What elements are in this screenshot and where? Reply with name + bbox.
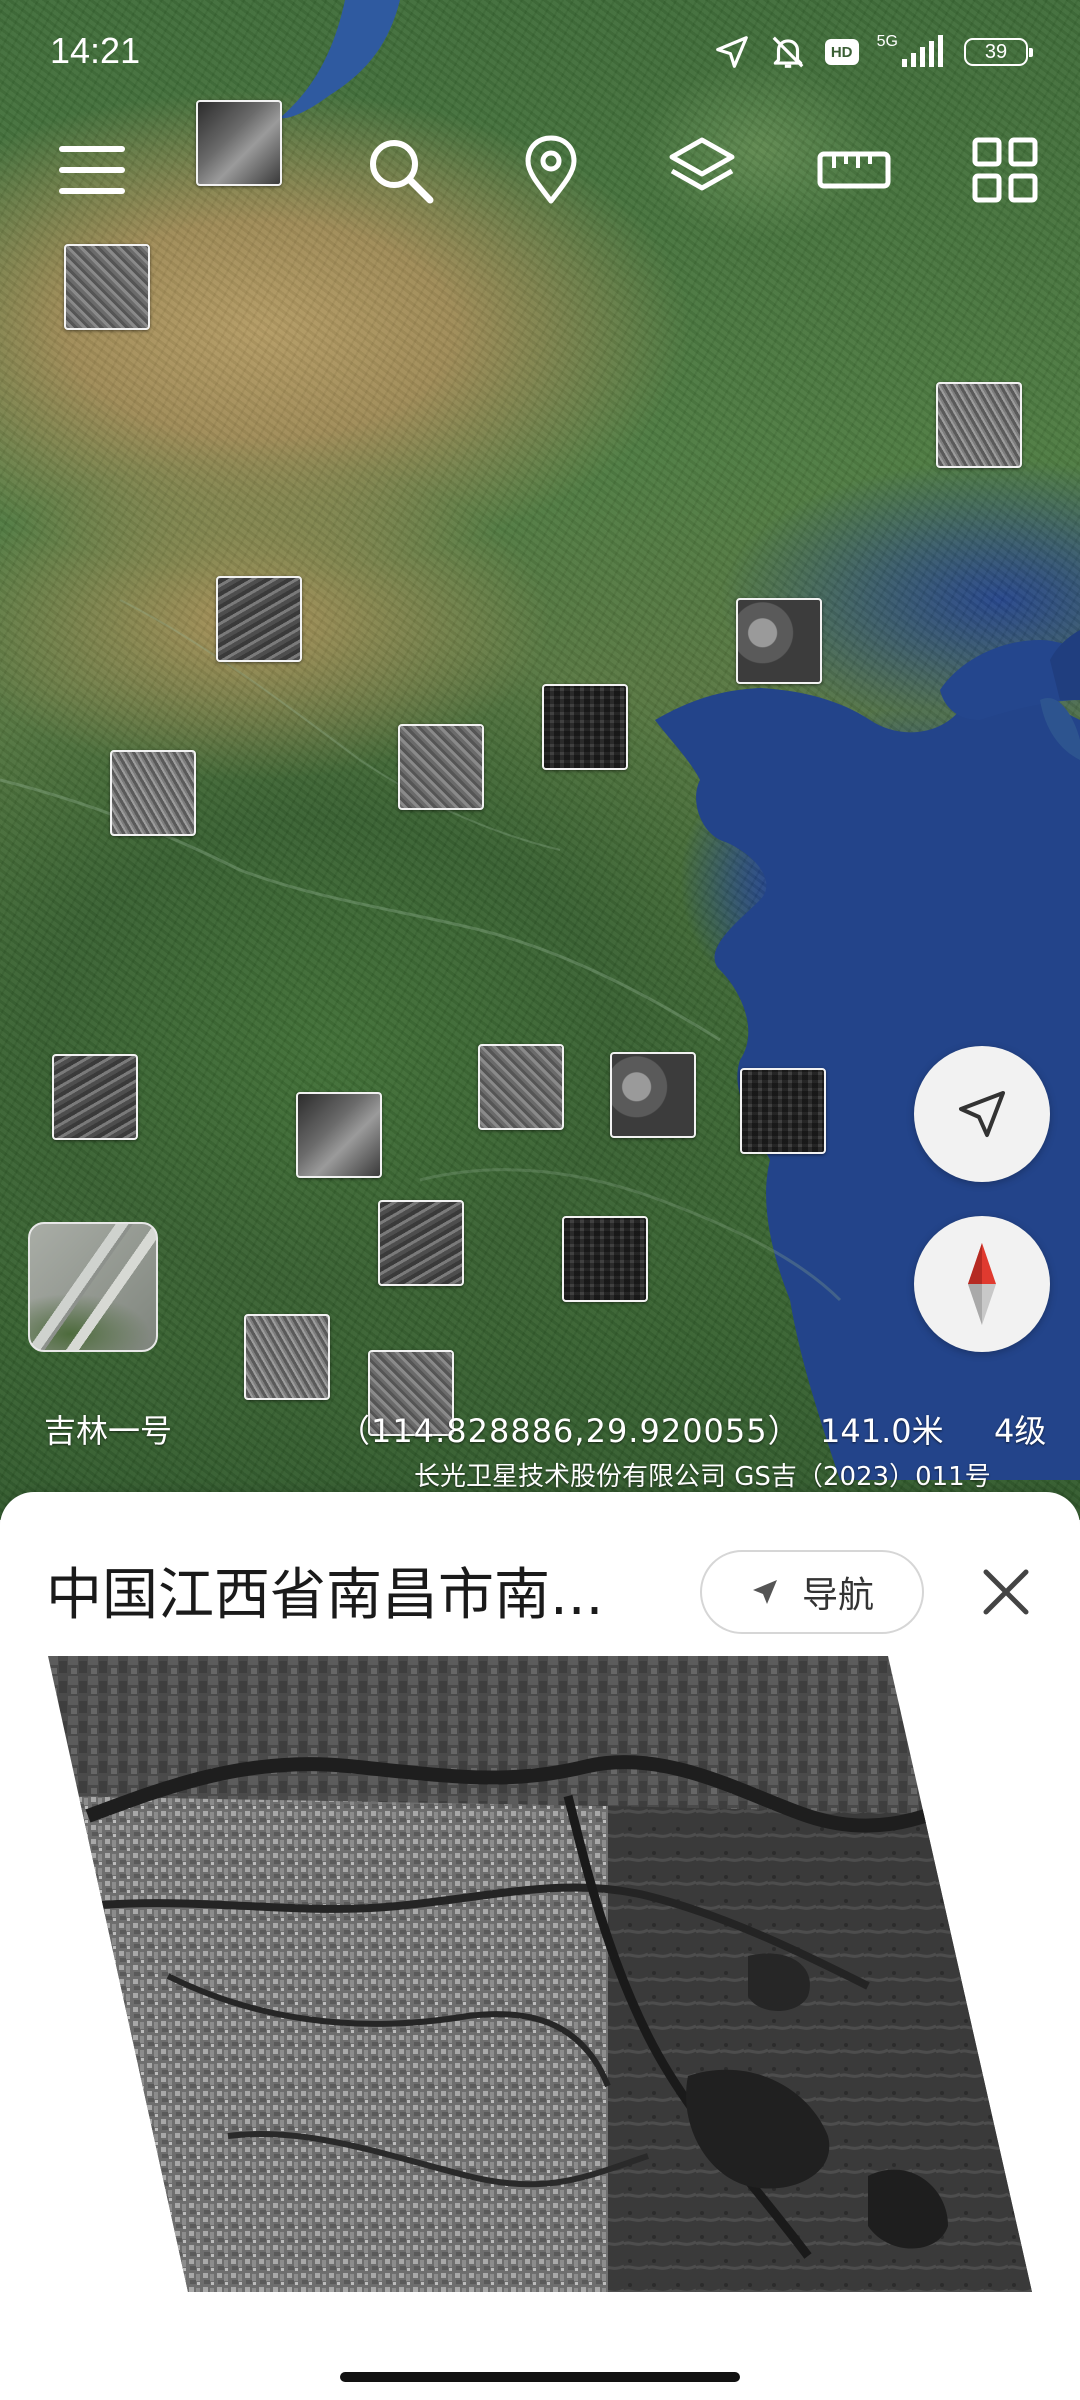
scale-readout: 141.0米 [820, 1412, 944, 1450]
imagery-thumbnail[interactable] [736, 598, 822, 684]
location-button[interactable] [511, 130, 591, 210]
ruler-icon [817, 151, 891, 189]
imagery-thumbnail[interactable] [296, 1092, 382, 1178]
imagery-thumbnail[interactable] [110, 750, 196, 836]
imagery-thumbnail[interactable] [64, 244, 150, 330]
close-icon [983, 1569, 1029, 1615]
status-time: 14:21 [50, 30, 141, 71]
close-button[interactable] [966, 1552, 1046, 1632]
map-toolbar [0, 130, 1080, 210]
satellite-source-label: 吉林一号 [44, 1412, 173, 1450]
bell-muted-icon [772, 36, 804, 68]
compass-icon [968, 1243, 996, 1325]
imagery-thumbnail[interactable] [244, 1314, 330, 1400]
location-arrow-icon [715, 36, 748, 68]
home-indicator[interactable] [340, 2372, 740, 2382]
place-title: 中国江西省南昌市南... [46, 1563, 604, 1628]
grid-icon [972, 137, 1038, 203]
status-icons: HD 5G 39 [713, 32, 1033, 72]
layers-icon [669, 137, 735, 191]
imagery-thumbnail[interactable] [740, 1068, 826, 1154]
battery-icon: 39 [964, 38, 1033, 66]
network-type: 5G [876, 33, 898, 50]
map-pin-icon [525, 135, 577, 204]
apps-button[interactable] [965, 130, 1045, 210]
place-detail-sheet: 中国江西省南昌市南... 导航 [0, 1492, 1080, 2400]
status-bar: 14:21 HD 5G 39 [0, 0, 1080, 100]
imagery-thumbnail[interactable] [378, 1200, 464, 1286]
ruler-button[interactable] [814, 130, 894, 210]
layers-button[interactable] [662, 130, 742, 210]
menu-icon [59, 146, 125, 194]
locate-me-button[interactable] [914, 1046, 1050, 1182]
satellite-detail-image[interactable] [48, 1656, 1032, 2292]
imagery-thumbnail[interactable] [398, 724, 484, 810]
satellite-map[interactable]: 14:21 HD 5G 39 吉林一号 （114.828886,29.92005… [0, 0, 1080, 1520]
navigate-label: 导航 [801, 1575, 874, 1616]
imagery-thumbnail[interactable] [610, 1052, 696, 1138]
navigation-arrow-icon [752, 1580, 777, 1604]
imagery-thumbnail[interactable] [936, 382, 1022, 468]
hd-icon: HD [824, 39, 859, 65]
imagery-preview-thumbnail[interactable] [28, 1222, 158, 1352]
imagery-thumbnail[interactable] [562, 1216, 648, 1302]
coordinates-readout: （114.828886,29.920055） [338, 1412, 801, 1450]
compass-button[interactable] [914, 1216, 1050, 1352]
signal-icon [902, 35, 943, 67]
imagery-thumbnail[interactable] [478, 1044, 564, 1130]
navigate-button[interactable]: 导航 [700, 1550, 924, 1634]
imagery-thumbnail[interactable] [216, 576, 302, 662]
navigation-arrow-icon [959, 1091, 1005, 1137]
copyright-notice: 长光卫星技术股份有限公司 GS吉（2023）011号 [414, 1462, 991, 1492]
search-button[interactable] [360, 130, 440, 210]
imagery-thumbnail[interactable] [52, 1054, 138, 1140]
imagery-thumbnail[interactable] [542, 684, 628, 770]
zoom-level: 4级 [994, 1412, 1047, 1450]
search-icon [370, 140, 434, 204]
menu-button[interactable] [52, 130, 132, 210]
